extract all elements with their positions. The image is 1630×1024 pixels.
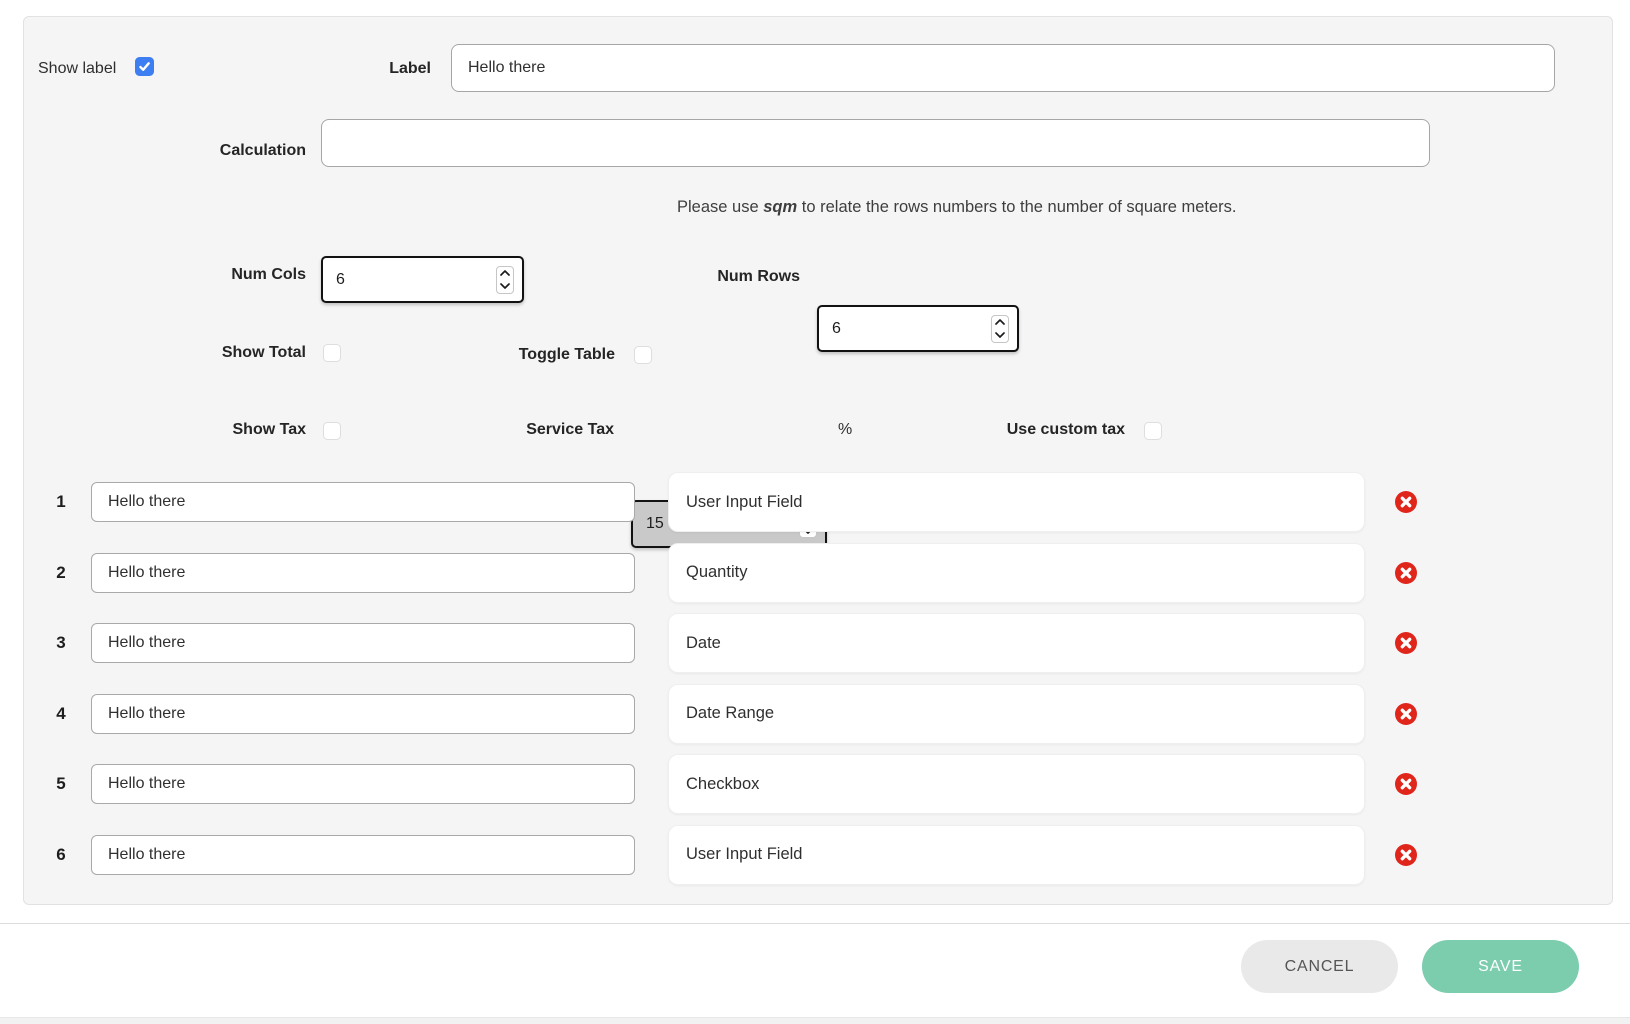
row-type-value: Date xyxy=(686,634,721,653)
show-total-checkbox[interactable] xyxy=(323,344,341,362)
save-button[interactable]: SAVE xyxy=(1422,940,1579,993)
row-type-value: Checkbox xyxy=(686,775,759,794)
show-label-label: Show label xyxy=(38,59,116,79)
row-type-select[interactable]: User Input Field xyxy=(668,472,1365,532)
num-rows-input[interactable] xyxy=(819,307,1017,350)
show-total-label: Show Total xyxy=(156,343,306,363)
use-custom-tax-label: Use custom tax xyxy=(975,420,1125,440)
row-number: 1 xyxy=(50,492,72,512)
x-circle-icon[interactable] xyxy=(1395,632,1417,654)
x-circle-icon[interactable] xyxy=(1395,562,1417,584)
num-cols-input[interactable] xyxy=(323,258,522,301)
num-rows-field xyxy=(817,305,1019,352)
label-field-label: Label xyxy=(331,59,431,79)
row-label-input[interactable] xyxy=(91,764,635,804)
x-circle-icon[interactable] xyxy=(1395,773,1417,795)
num-rows-label: Num Rows xyxy=(670,267,800,287)
footer-divider xyxy=(0,923,1630,924)
chevron-up-icon[interactable] xyxy=(497,268,513,279)
chevron-down-icon[interactable] xyxy=(992,330,1008,341)
chevron-down-icon[interactable] xyxy=(497,281,513,292)
calculation-label: Calculation xyxy=(176,141,306,161)
use-custom-tax-checkbox[interactable] xyxy=(1144,422,1162,440)
check-icon xyxy=(138,60,151,73)
x-circle-icon[interactable] xyxy=(1395,703,1417,725)
row-number: 2 xyxy=(50,563,72,583)
row-label-input[interactable] xyxy=(91,553,635,593)
row-number: 6 xyxy=(50,845,72,865)
row-type-select[interactable]: Date xyxy=(668,613,1365,673)
toggle-table-checkbox[interactable] xyxy=(634,346,652,364)
calculation-input[interactable] xyxy=(321,119,1430,167)
row-type-value: Date Range xyxy=(686,704,774,723)
table-row: 2 Quantity xyxy=(24,538,1612,609)
row-number: 5 xyxy=(50,774,72,794)
service-tax-unit: % xyxy=(838,420,852,440)
table-row: 3 Date xyxy=(24,608,1612,679)
num-cols-label: Num Cols xyxy=(176,265,306,285)
row-type-value: User Input Field xyxy=(686,493,802,512)
table-row: 6 User Input Field xyxy=(24,820,1612,891)
row-type-select[interactable]: Date Range xyxy=(668,684,1365,744)
widget-config-panel: Show label Label Calculation Please use … xyxy=(23,16,1613,905)
row-type-value: User Input Field xyxy=(686,845,802,864)
x-circle-icon[interactable] xyxy=(1395,491,1417,513)
label-input[interactable] xyxy=(451,44,1555,92)
calculation-helper-text: Please use sqm to relate the rows number… xyxy=(677,198,1236,217)
row-number: 3 xyxy=(50,633,72,653)
row-label-input[interactable] xyxy=(91,482,635,522)
toggle-table-label: Toggle Table xyxy=(465,345,615,365)
num-rows-stepper xyxy=(991,315,1009,343)
table-row: 4 Date Range xyxy=(24,679,1612,750)
table-row: 5 Checkbox xyxy=(24,749,1612,820)
row-type-select[interactable]: Checkbox xyxy=(668,754,1365,814)
show-tax-label: Show Tax xyxy=(156,420,306,440)
show-label-checkbox[interactable] xyxy=(135,57,154,76)
row-label-input[interactable] xyxy=(91,694,635,734)
show-tax-checkbox[interactable] xyxy=(323,422,341,440)
service-tax-label: Service Tax xyxy=(464,420,614,440)
row-type-value: Quantity xyxy=(686,563,747,582)
column-rows-list: 1 User Input Field 2 Quantity 3 Date xyxy=(24,467,1612,890)
row-type-select[interactable]: Quantity xyxy=(668,543,1365,603)
row-label-input[interactable] xyxy=(91,835,635,875)
row-type-select[interactable]: User Input Field xyxy=(668,825,1365,885)
num-cols-field xyxy=(321,256,524,303)
cancel-button[interactable]: CANCEL xyxy=(1241,940,1398,993)
x-circle-icon[interactable] xyxy=(1395,844,1417,866)
num-cols-stepper xyxy=(496,266,514,294)
chevron-up-icon[interactable] xyxy=(992,317,1008,328)
page-bottom-edge xyxy=(0,1017,1630,1024)
row-label-input[interactable] xyxy=(91,623,635,663)
row-number: 4 xyxy=(50,704,72,724)
table-row: 1 User Input Field xyxy=(24,467,1612,538)
